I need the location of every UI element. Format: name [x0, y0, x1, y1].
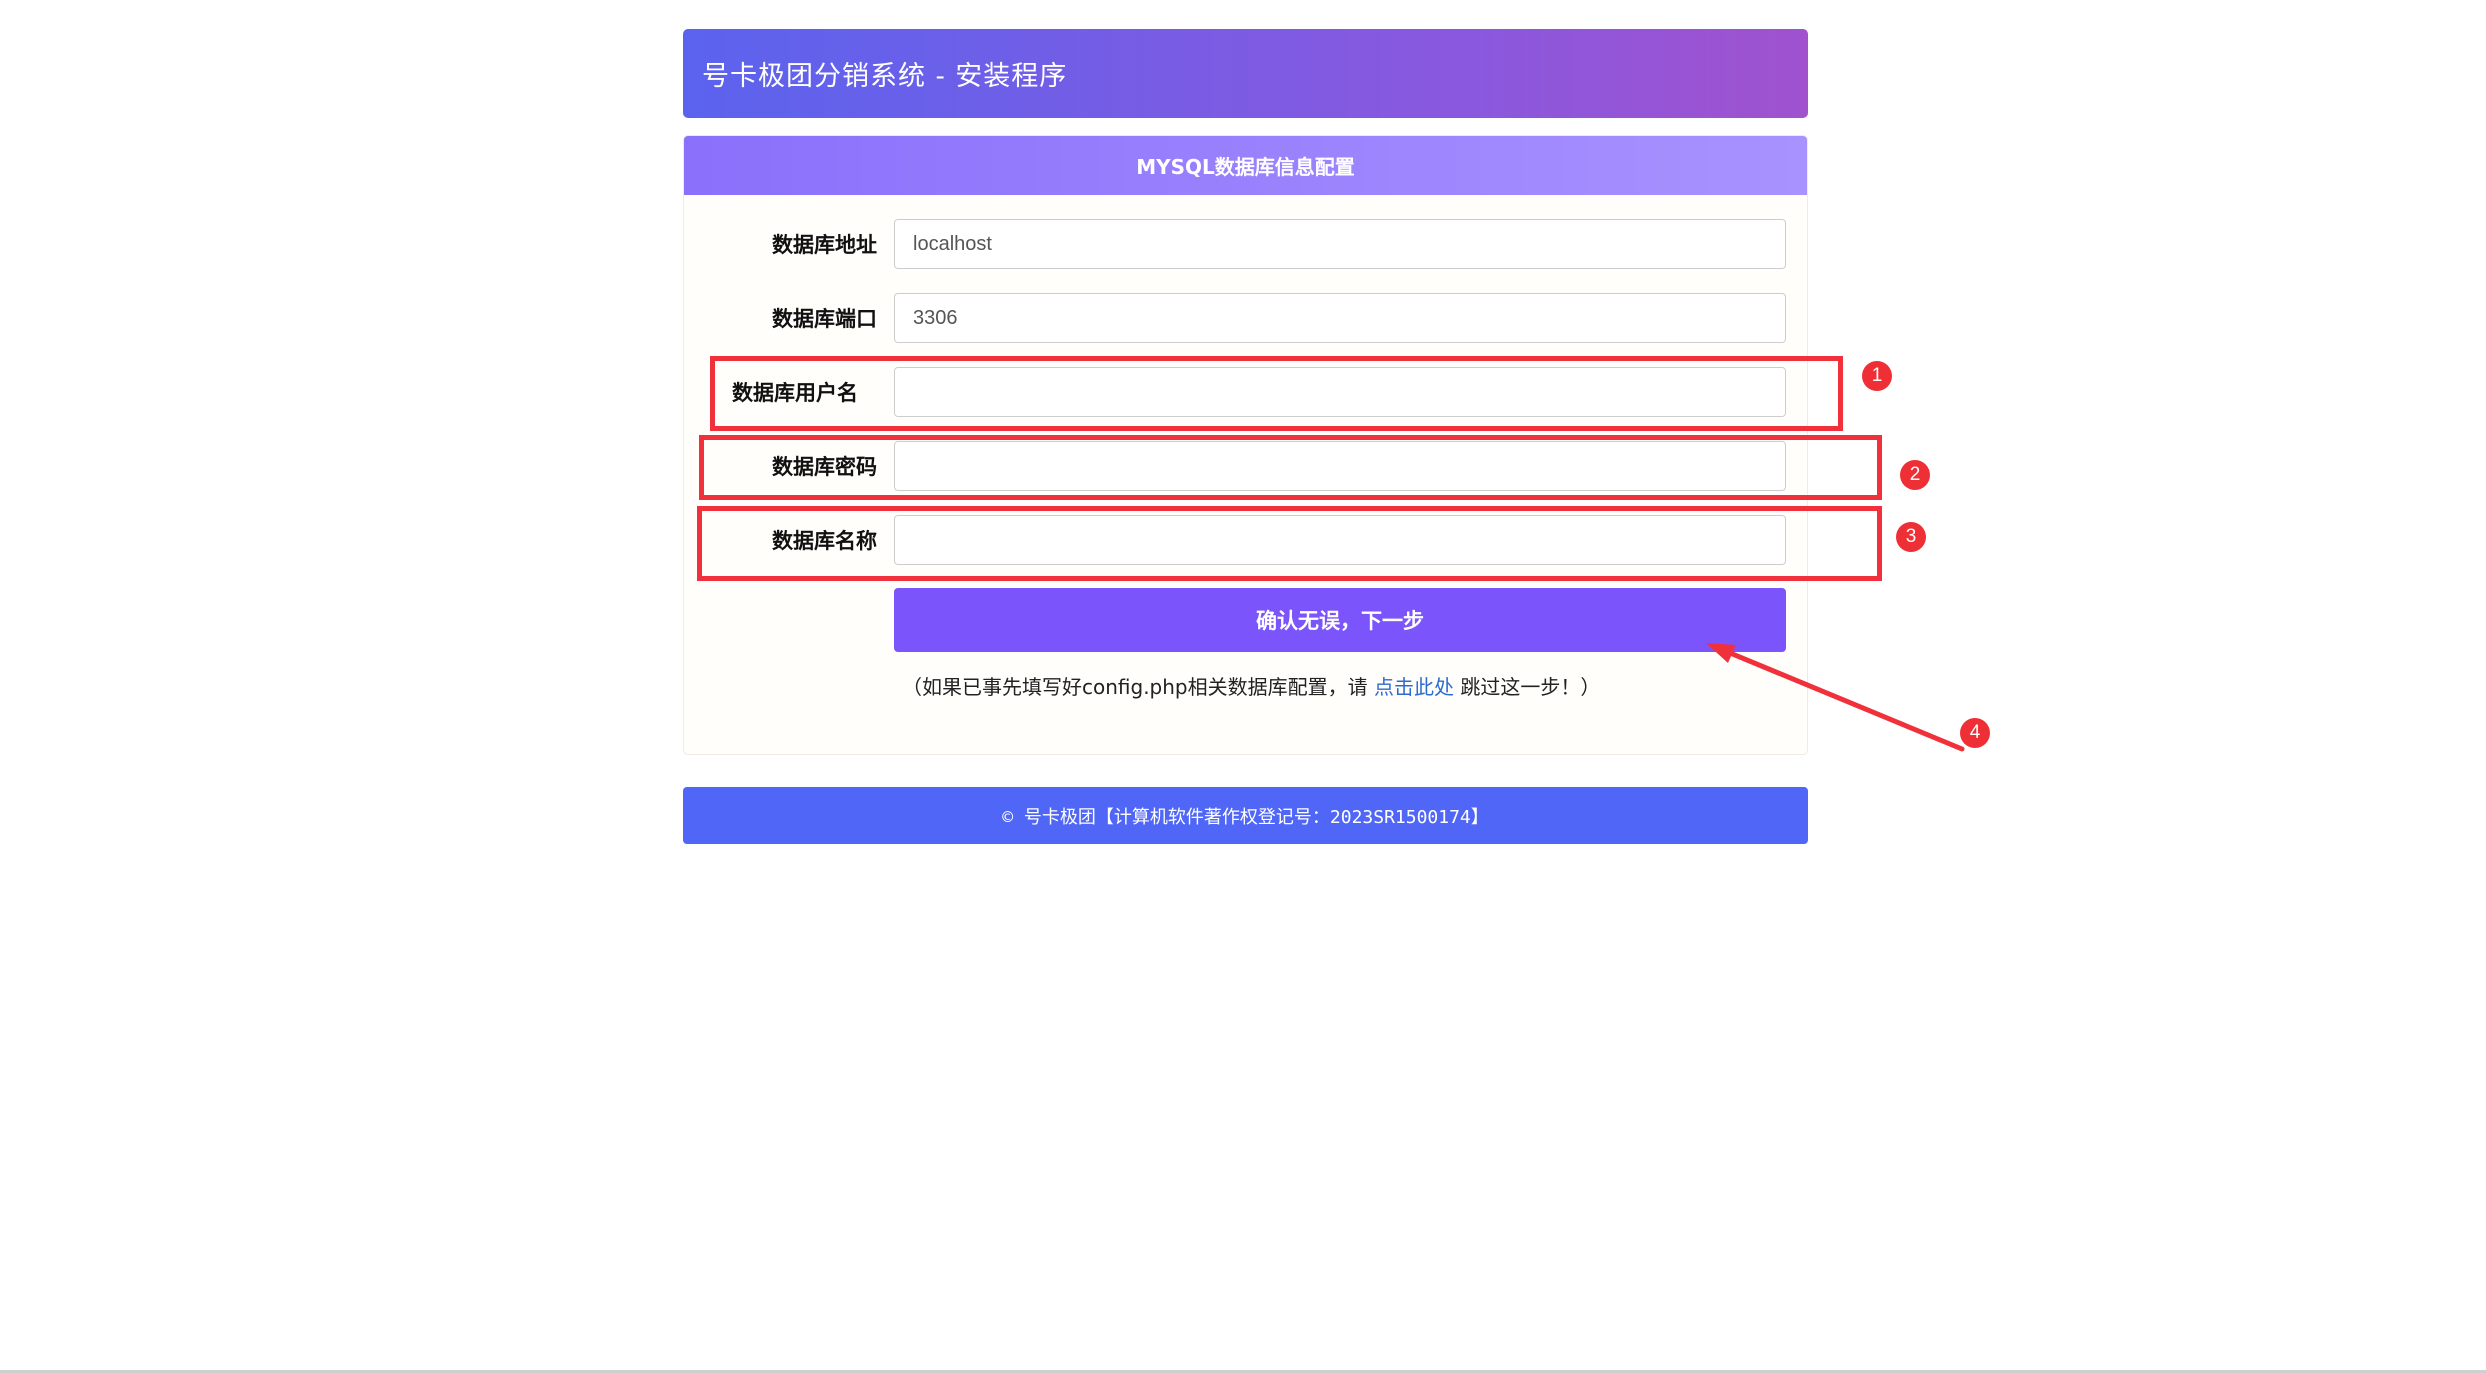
- annotation-arrow: [1706, 643, 1965, 752]
